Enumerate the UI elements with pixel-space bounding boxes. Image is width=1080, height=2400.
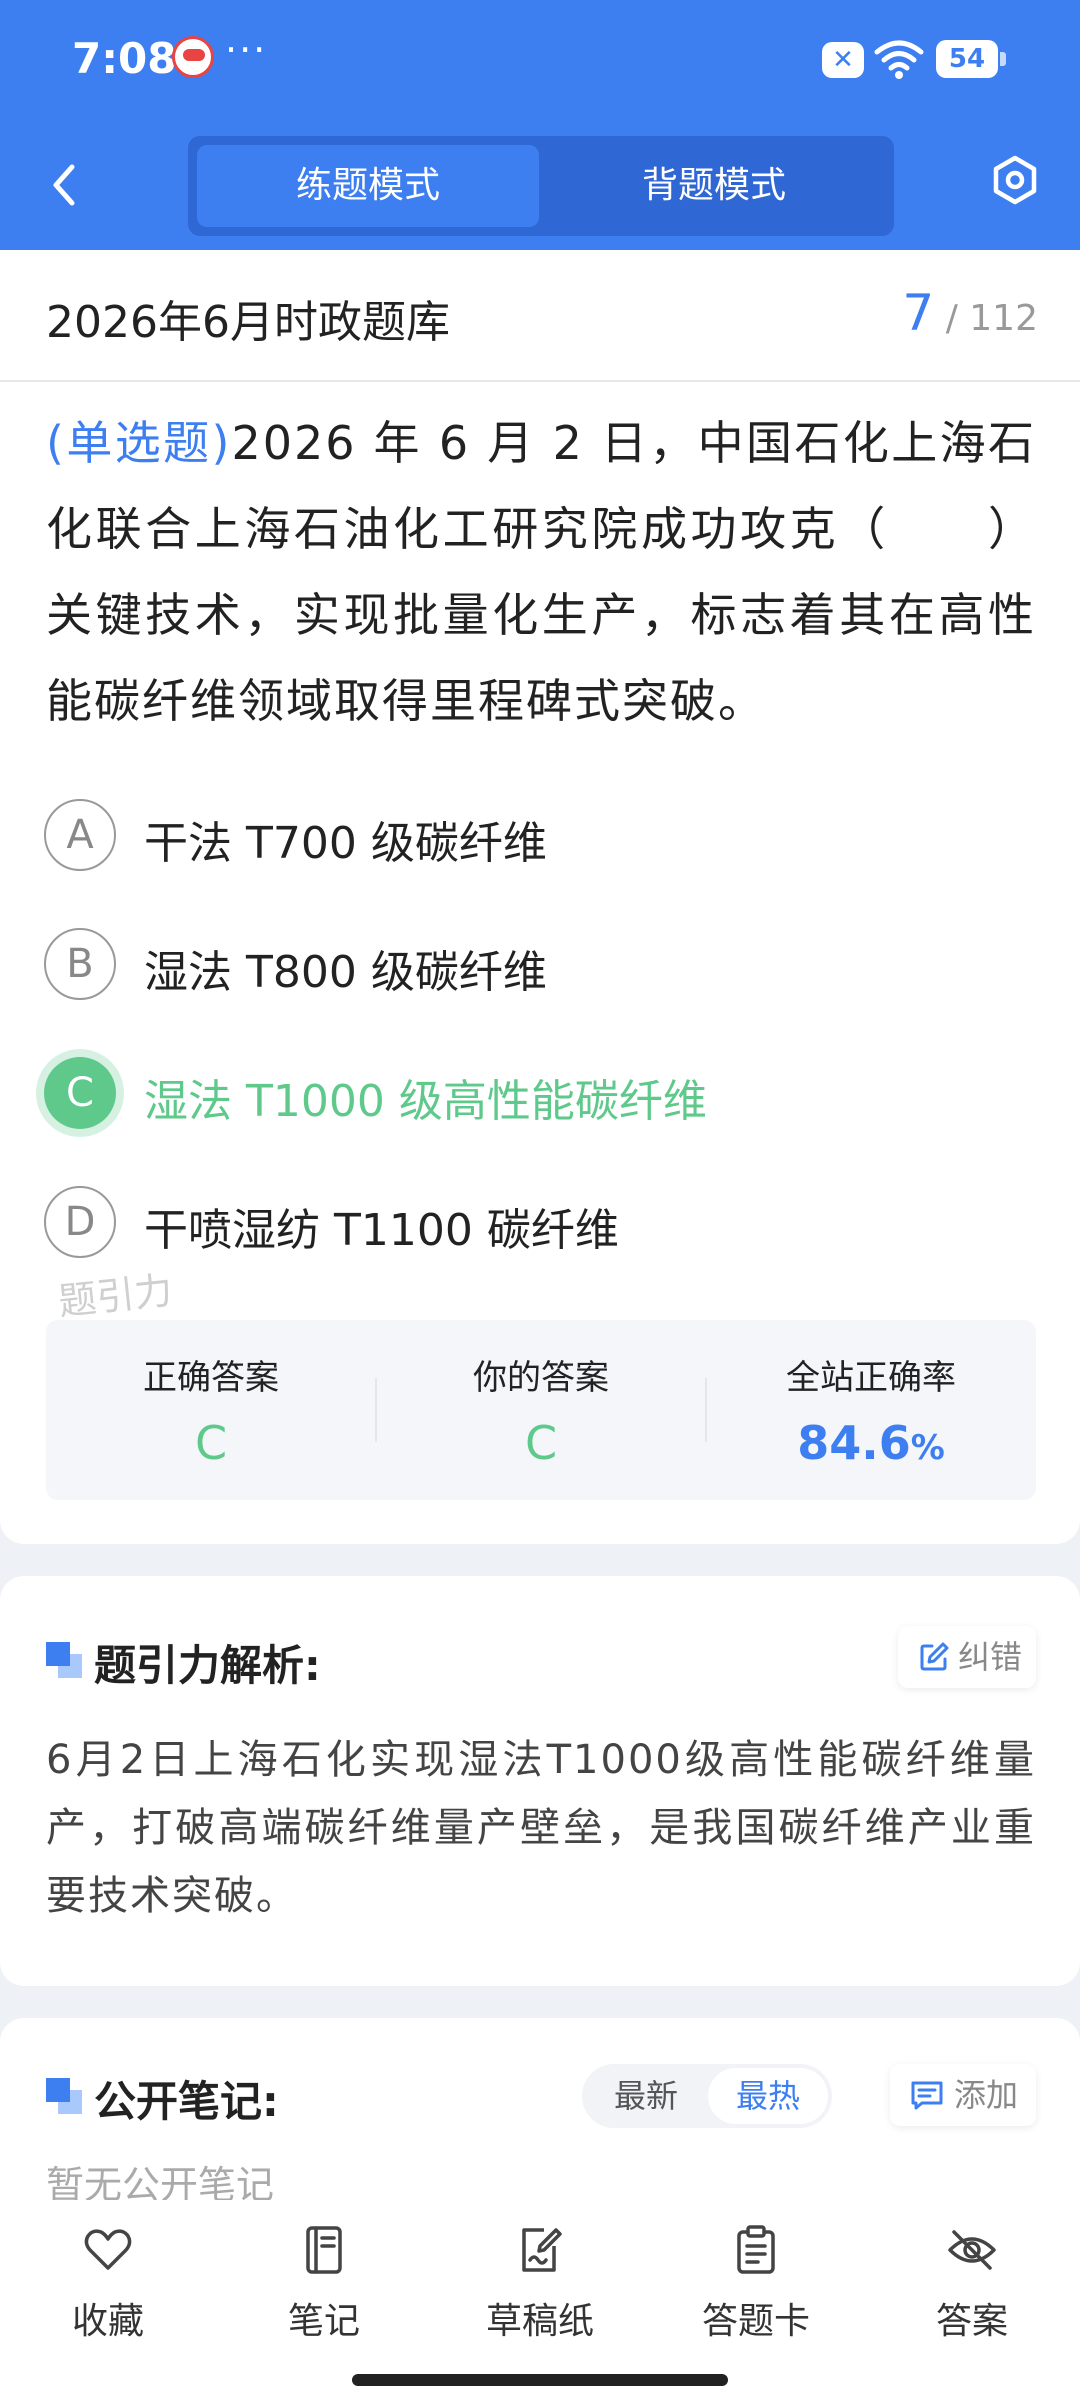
option-letter-badge: D [44, 1186, 116, 1258]
home-indicator[interactable] [352, 2374, 728, 2386]
accuracy-number: 84.6 [797, 1416, 911, 1470]
app-notification-icon [172, 36, 214, 78]
wifi-icon [874, 40, 924, 79]
option-text: 湿法 T800 级碳纤维 [144, 947, 547, 998]
brand-watermark: 题引力 [56, 1268, 175, 1324]
nav-answer-sheet[interactable]: 答题卡 [666, 2224, 846, 2354]
question-card: 2026年6月时政题库 7 / 112 (单选题)2026 年 6 月 2 日，… [0, 250, 1080, 1544]
battery-indicator: 54 [936, 40, 1006, 78]
analysis-title: 题引力解析: [94, 1641, 321, 1690]
comment-icon [911, 2081, 943, 2110]
stat-value: C [194, 1416, 228, 1470]
nav-label: 收藏 [71, 2301, 144, 2342]
section-marker-icon [46, 1642, 82, 1678]
stat-label: 全站正确率 [786, 1358, 956, 1398]
back-arrow-icon[interactable] [40, 155, 90, 215]
site-accuracy-stat: 全站正确率 84.6% [706, 1320, 1036, 1500]
report-error-button[interactable]: 纠错 [898, 1626, 1036, 1688]
report-error-label: 纠错 [958, 1638, 1023, 1676]
notes-title: 公开笔记: [94, 2077, 279, 2126]
draft-paper-icon [522, 2228, 562, 2272]
tab-memorize-mode[interactable]: 背题模式 [543, 145, 885, 227]
option-text: 干喷湿纺 T1100 碳纤维 [144, 1205, 619, 1256]
more-notifications-icon: ··· [225, 28, 268, 72]
eye-off-icon [948, 2230, 996, 2270]
option-c[interactable]: C 湿法 T1000 级高性能碳纤维 [44, 1053, 1034, 1133]
app-header: 7:08 ··· ✕ 54 练题模式 背题模式 [0, 0, 1080, 250]
nav-label: 答案 [935, 2301, 1008, 2342]
stat-value: 84.6% [706, 1416, 1036, 1470]
no-sim-icon: ✕ [822, 42, 864, 78]
accuracy-unit: % [910, 1428, 945, 1468]
stat-label: 你的答案 [473, 1358, 609, 1398]
tab-practice-mode[interactable]: 练题模式 [197, 145, 539, 227]
option-letter-badge: B [44, 928, 116, 1000]
settings-hexagon-icon[interactable] [990, 155, 1040, 205]
notebook-icon [306, 2226, 342, 2274]
your-answer-stat: 你的答案 C [376, 1320, 706, 1500]
header-divider [0, 380, 1080, 382]
correct-answer-stat: 正确答案 C [46, 1320, 376, 1500]
status-bar: 7:08 ··· ✕ 54 [0, 0, 1080, 120]
nav-favorite[interactable]: 收藏 [18, 2224, 198, 2354]
nav-label: 答题卡 [701, 2301, 810, 2342]
option-letter-badge: C [44, 1057, 116, 1129]
analysis-text: 6月2日上海石化实现湿法T1000级高性能碳纤维量产，打破高端碳纤维量产壁垒，是… [46, 1737, 1036, 1919]
question-type-label: (单选题) [46, 416, 232, 470]
nav-label: 笔记 [287, 2301, 360, 2342]
option-d[interactable]: D 干喷湿纺 T1100 碳纤维 [44, 1182, 1034, 1262]
nav-show-answer[interactable]: 答案 [882, 2224, 1062, 2354]
add-note-button[interactable]: 添加 [890, 2064, 1036, 2126]
heart-icon [84, 2229, 132, 2270]
sort-newest-button[interactable]: 最新 [586, 2068, 706, 2124]
answer-stats-panel: 正确答案 C 你的答案 C 全站正确率 84.6% [46, 1320, 1036, 1500]
option-text: 湿法 T1000 级高性能碳纤维 [144, 1076, 707, 1127]
nav-draft-paper[interactable]: 草稿纸 [450, 2224, 630, 2354]
stat-value: C [524, 1416, 558, 1470]
current-question-number: 7 [902, 284, 935, 342]
sort-hottest-button[interactable]: 最热 [708, 2068, 828, 2124]
mode-switcher: 练题模式 背题模式 [188, 136, 894, 236]
stat-label: 正确答案 [143, 1358, 279, 1398]
option-b[interactable]: B 湿法 T800 级碳纤维 [44, 924, 1034, 1004]
analysis-card: 题引力解析: 纠错 6月2日上海石化实现湿法T1000级高性能碳纤维量产，打破高… [0, 1576, 1080, 1986]
notes-sort-toggle: 最新 最热 [582, 2064, 832, 2128]
option-a[interactable]: A 干法 T700 级碳纤维 [44, 795, 1034, 875]
nav-notes[interactable]: 笔记 [234, 2224, 414, 2354]
option-text: 干法 T700 级碳纤维 [144, 818, 547, 869]
option-letter-badge: A [44, 799, 116, 871]
add-note-label: 添加 [954, 2076, 1019, 2114]
nav-label: 草稿纸 [485, 2301, 594, 2342]
answer-sheet-icon [737, 2225, 775, 2274]
edit-icon [920, 1642, 949, 1671]
status-time: 7:08 [72, 34, 177, 83]
total-question-count: 112 [969, 298, 1038, 339]
section-marker-icon [46, 2078, 82, 2114]
bottom-toolbar: 收藏 笔记 草稿纸 答题卡 答案 [0, 2200, 1080, 2400]
question-progress: 7 / 112 [902, 284, 1038, 342]
progress-separator: / [945, 298, 958, 339]
question-bank-title: 2026年6月时政题库 [46, 297, 450, 348]
question-stem: (单选题)2026 年 6 月 2 日，中国石化上海石化联合上海石油化工研究院成… [46, 400, 1036, 744]
